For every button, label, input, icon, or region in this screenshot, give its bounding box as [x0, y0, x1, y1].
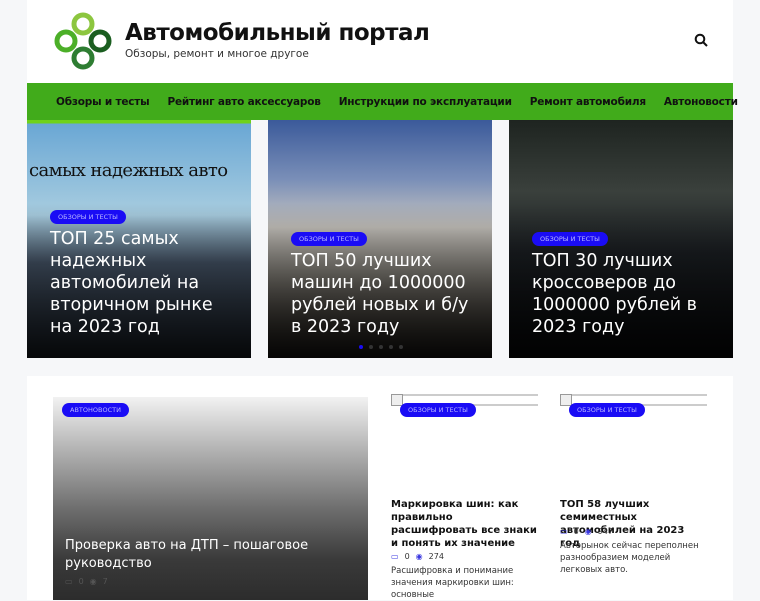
post-card[interactable]: ОБЗОРЫ И ТЕСТЫ Маркировка шин: как прави… [391, 394, 538, 600]
comment-icon: ▭ [391, 552, 399, 561]
slider-pagination [359, 345, 403, 349]
slide-title[interactable]: ТОП 25 самых надежных автомобилей на вто… [50, 228, 240, 338]
post-meta: ▭ 0 ◉ 947 [560, 527, 613, 536]
nav-item-manuals[interactable]: Инструкции по эксплуатации [339, 96, 512, 108]
category-badge[interactable]: ОБЗОРЫ И ТЕСТЫ [291, 232, 367, 246]
nav-item-news[interactable]: Автоновости [664, 96, 738, 108]
slide-title[interactable]: ТОП 50 лучших машин до 1000000 рублей но… [291, 250, 481, 338]
slider-dot[interactable] [379, 345, 383, 349]
category-badge[interactable]: АВТОНОВОСТИ [62, 403, 129, 417]
view-count: 947 [597, 527, 613, 536]
eye-icon: ◉ [89, 577, 97, 586]
slide-image-text: самых надежных авто [29, 160, 228, 181]
post-meta: ▭ 0 ◉ 274 [391, 552, 444, 561]
comment-count: 0 [573, 527, 579, 536]
comment-icon: ▭ [65, 577, 73, 586]
slider-dot[interactable] [399, 345, 403, 349]
comment-count: 0 [78, 577, 84, 586]
post-card[interactable]: ОБЗОРЫ И ТЕСТЫ ТОП 58 лучших семиместных… [560, 394, 707, 575]
post-title[interactable]: Маркировка шин: как правильно расшифрова… [391, 498, 538, 550]
post-excerpt: Расшифровка и понимание значения маркиро… [391, 566, 514, 600]
category-badge[interactable]: ОБЗОРЫ И ТЕСТЫ [569, 403, 645, 417]
site-logo-icon[interactable] [52, 10, 114, 72]
nav-item-repair[interactable]: Ремонт автомобиля [530, 96, 646, 108]
view-count: 274 [428, 552, 444, 561]
category-badge[interactable]: ОБЗОРЫ И ТЕСТЫ [50, 210, 126, 224]
post-meta: ▭ 0 ◉ 7 [65, 577, 108, 586]
search-icon[interactable] [694, 33, 708, 47]
site-title[interactable]: Автомобильный портал [125, 20, 430, 46]
category-badge[interactable]: ОБЗОРЫ И ТЕСТЫ [400, 403, 476, 417]
slider-dot[interactable] [359, 345, 363, 349]
slider-card[interactable]: ОБЗОРЫ И ТЕСТЫ ТОП 50 лучших машин до 10… [268, 120, 492, 358]
slider-card[interactable]: самых надежных авто ОБЗОРЫ И ТЕСТЫ ТОП 2… [27, 120, 251, 358]
site-subtitle: Обзоры, ремонт и многое другое [125, 48, 309, 60]
slider-card[interactable]: ОБЗОРЫ И ТЕСТЫ ТОП 30 лучших кроссоверов… [509, 120, 733, 358]
view-count: 7 [102, 577, 108, 586]
slider-dot[interactable] [369, 345, 373, 349]
nav-item-accessories-rating[interactable]: Рейтинг авто аксессуаров [167, 96, 320, 108]
slide-title[interactable]: ТОП 30 лучших кроссоверов до 1000000 руб… [532, 250, 722, 338]
site-header: Автомобильный портал Обзоры, ремонт и мн… [27, 0, 733, 83]
featured-post[interactable]: АВТОНОВОСТИ Проверка авто на ДТП – пошаг… [53, 397, 368, 600]
comment-count: 0 [404, 552, 410, 561]
eye-icon: ◉ [584, 527, 592, 536]
nav-item-reviews[interactable]: Обзоры и тесты [56, 96, 150, 108]
comment-icon: ▭ [560, 527, 568, 536]
slider-dot[interactable] [389, 345, 393, 349]
main-nav: Обзоры и тесты Рейтинг авто аксессуаров … [27, 83, 738, 120]
category-badge[interactable]: ОБЗОРЫ И ТЕСТЫ [532, 232, 608, 246]
post-excerpt: Авторынок сейчас переполнен разнообразие… [560, 541, 699, 575]
post-title[interactable]: Проверка авто на ДТП – пошаговое руковод… [65, 537, 355, 573]
eye-icon: ◉ [415, 552, 423, 561]
